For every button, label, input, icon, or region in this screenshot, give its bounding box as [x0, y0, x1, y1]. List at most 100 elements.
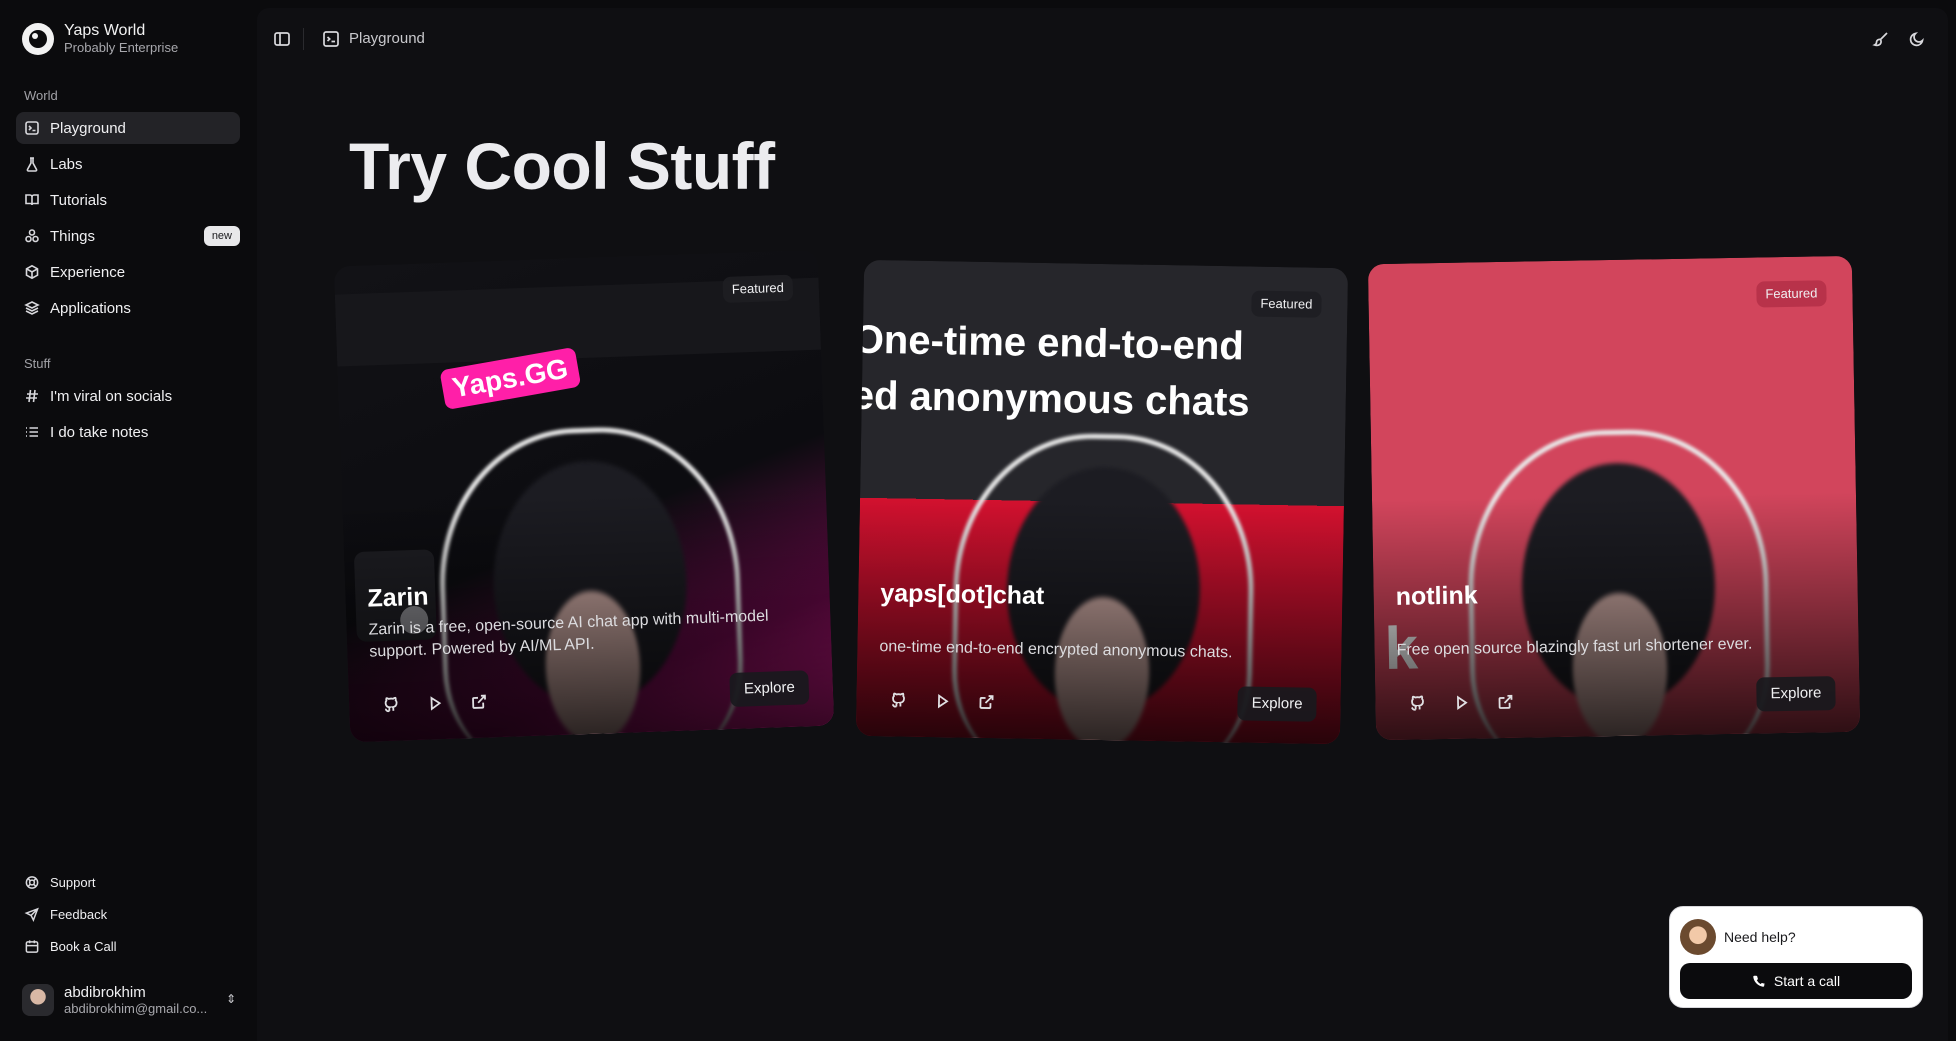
sidebar-item-label: Applications [50, 299, 131, 317]
sidebar: Yaps World Probably Enterprise World Pla… [0, 0, 256, 1041]
sidebar-item-label: Book a Call [50, 938, 117, 954]
sidebar-item-label: Support [50, 874, 96, 890]
sidebar-item-playground[interactable]: Playground [16, 112, 240, 144]
hash-icon [26, 389, 38, 403]
github-button[interactable] [379, 692, 404, 717]
page-title: Try Cool Stuff [349, 129, 775, 203]
explore-button[interactable]: Explore [1756, 676, 1836, 712]
card-title: Zarin [366, 582, 430, 613]
sidebar-item-notes[interactable]: I do take notes [16, 416, 240, 448]
card-title: yaps[dot]chat [880, 579, 1045, 611]
sidebar-item-label: Things [50, 227, 96, 245]
sidebar-item-label: I'm viral on socials [50, 387, 173, 405]
brand-logo-icon [22, 22, 54, 55]
sidebar-item-support[interactable]: Support [16, 868, 240, 896]
sidebar-item-label: Labs [50, 155, 83, 173]
life-buoy-icon [25, 875, 39, 889]
user-name: abdibrokhim [64, 984, 146, 1001]
github-icon [384, 696, 398, 713]
sidebar-item-experience[interactable]: Experience [16, 256, 240, 288]
sidebar-item-applications[interactable]: Applications [16, 292, 240, 324]
github-icon [1411, 695, 1424, 711]
help-prompt: Need help? [1724, 929, 1796, 945]
breadcrumb[interactable]: Playground [349, 30, 425, 47]
sidebar-item-socials[interactable]: I'm viral on socials [16, 380, 240, 412]
external-link-icon [979, 695, 994, 709]
phone-icon [1753, 975, 1766, 987]
card-actions [1405, 690, 1517, 716]
brand-subtitle: Probably Enterprise [64, 40, 179, 55]
paintbrush-button[interactable] [1872, 30, 1890, 48]
github-icon [891, 692, 905, 708]
help-widget: Need help? Start a call [1669, 906, 1923, 1008]
external-link-button[interactable] [974, 690, 998, 714]
brand-name: Yaps World [64, 22, 146, 39]
chevrons-up-down-icon: ⇕ [225, 992, 236, 1006]
theme-toggle-button[interactable] [1908, 30, 1926, 48]
card-actions [379, 689, 492, 717]
featured-badge: Featured [1251, 290, 1322, 318]
card-overlay-line-2: ed anonymous chats [855, 373, 1251, 425]
play-icon [1457, 695, 1468, 710]
section-label-stuff: Stuff [24, 356, 51, 371]
play-icon [937, 693, 949, 709]
start-call-label: Start a call [1773, 973, 1841, 989]
sidebar-item-things[interactable]: Things new [16, 220, 240, 252]
sidebar-item-label: Playground [50, 119, 126, 137]
user-email: abdibrokhim@gmail.co... [64, 1001, 208, 1016]
support-avatar [1680, 919, 1716, 955]
stuff-nav: I'm viral on socials I do take notes [16, 380, 240, 452]
calendar-icon [25, 939, 39, 953]
world-nav: Playground Labs Tutorials Things new Exp… [16, 112, 240, 328]
sidebar-toggle-button[interactable] [273, 30, 291, 48]
external-link-icon [1498, 694, 1513, 709]
moon-icon [1909, 32, 1924, 47]
start-call-button[interactable]: Start a call [1680, 963, 1912, 999]
send-icon [24, 907, 39, 922]
sidebar-item-label: Tutorials [50, 191, 107, 209]
explore-button[interactable]: Explore [729, 670, 810, 708]
sidebar-item-feedback[interactable]: Feedback [16, 900, 240, 928]
sidebar-item-label: I do take notes [50, 423, 149, 441]
card-actions [886, 688, 998, 714]
flask-icon [26, 157, 38, 172]
section-label-world: World [24, 88, 58, 103]
github-button[interactable] [1405, 691, 1429, 715]
package-icon [25, 264, 39, 280]
sidebar-item-label: Feedback [50, 906, 108, 922]
paintbrush-icon [1872, 32, 1888, 47]
sidebar-item-book-call[interactable]: Book a Call [16, 932, 240, 960]
play-button[interactable] [423, 691, 448, 716]
list-icon [26, 427, 38, 437]
play-icon [430, 696, 442, 711]
terminal-square-icon [25, 121, 39, 135]
panel-left-icon [274, 32, 290, 46]
card-overlay-line-1: One-time end-to-end [855, 317, 1245, 369]
new-badge: new [203, 226, 240, 246]
sidebar-item-labs[interactable]: Labs [16, 148, 240, 180]
external-link-button[interactable] [1493, 690, 1517, 714]
featured-badge: Featured [722, 274, 794, 304]
user-menu[interactable]: abdibrokhim abdibrokhim@gmail.co... ⇕ [22, 984, 236, 1016]
bottom-nav: Support Feedback Book a Call [16, 868, 240, 964]
card-title: notlink [1395, 581, 1478, 611]
play-button[interactable] [1449, 690, 1473, 714]
sidebar-item-tutorials[interactable]: Tutorials [16, 184, 240, 216]
layers-icon [24, 301, 40, 315]
github-button[interactable] [886, 688, 910, 712]
sidebar-item-label: Experience [50, 263, 126, 281]
terminal-square-icon [322, 30, 340, 48]
brand-switcher[interactable]: Yaps World Probably Enterprise [22, 22, 178, 55]
book-open-icon [25, 194, 39, 206]
project-card-yaps-chat[interactable]: One-time end-to-end ed anonymous chats F… [855, 259, 1349, 745]
explore-button[interactable]: Explore [1237, 686, 1317, 722]
boxes-icon [25, 229, 39, 243]
main-panel: Playground Try Cool Stuff Yaps.GG Featur… [257, 8, 1948, 1041]
project-card-zarin[interactable]: Yaps.GG Featured Zarin Zarin is a free, … [333, 249, 835, 743]
avatar [22, 984, 54, 1016]
divider [303, 28, 304, 50]
external-link-icon [472, 694, 486, 709]
external-link-button[interactable] [467, 689, 492, 714]
play-button[interactable] [930, 689, 954, 713]
project-card-notlink[interactable]: k Featured notlink Free open source blaz… [1367, 255, 1861, 741]
